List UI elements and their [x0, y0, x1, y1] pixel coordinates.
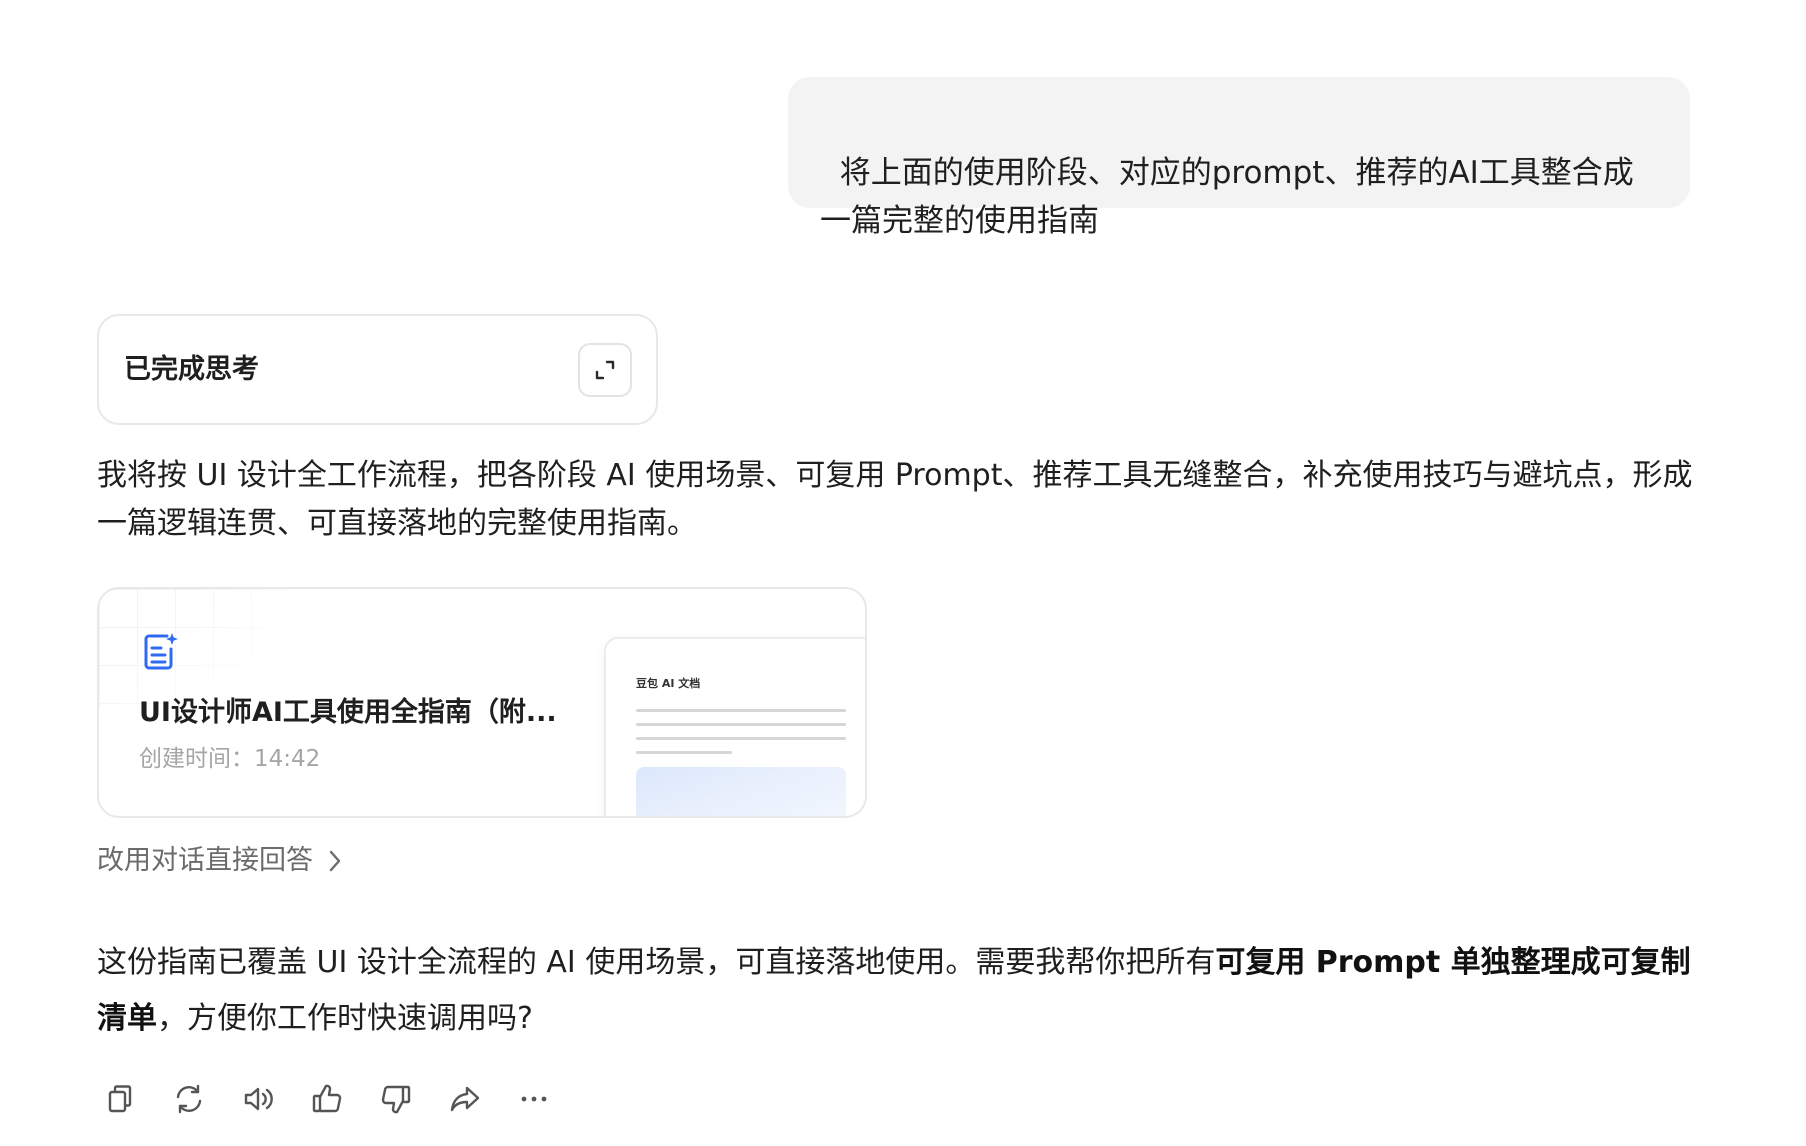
final-text-start: 这份指南已覆盖 UI 设计全流程的 AI 使用场景，可直接落地使用。需要我帮你把… [97, 945, 1216, 980]
refresh-icon [176, 1084, 202, 1114]
thinking-status: 已完成思考 [124, 354, 259, 385]
copy-icon [108, 1085, 132, 1113]
preview-text-line [636, 751, 732, 754]
document-preview-thumbnail: 豆包 AI 文档 [604, 637, 865, 816]
user-message-text: 将上面的使用阶段、对应的prompt、推荐的AI工具整合成 一篇完整的使用指南 [820, 155, 1634, 239]
thumbs-up-icon [312, 1084, 342, 1113]
document-sparkle-icon [144, 633, 178, 670]
message-action-bar [100, 1077, 583, 1121]
share-button[interactable] [445, 1079, 485, 1119]
preview-text-line [636, 709, 846, 712]
dislike-button[interactable] [376, 1079, 416, 1119]
speaker-icon [244, 1087, 273, 1111]
reply-intro-text: 我将按 UI 设计全工作流程，把各阶段 AI 使用场景、可复用 Prompt、推… [97, 458, 1693, 541]
document-title: UI设计师AI工具使用全指南（附... [139, 697, 557, 728]
regenerate-button[interactable] [169, 1079, 209, 1119]
document-card[interactable]: UI设计师AI工具使用全指南（附... 创建时间：14:42 豆包 AI 文档 [97, 587, 867, 818]
reply-final-text: 这份指南已覆盖 UI 设计全流程的 AI 使用场景，可直接落地使用。需要我帮你把… [97, 935, 1707, 1047]
more-button[interactable] [514, 1079, 554, 1119]
expand-icon [595, 360, 615, 380]
card-grid-decoration [99, 589, 289, 709]
answer-directly-link[interactable]: 改用对话直接回答 [97, 843, 349, 879]
share-icon [450, 1086, 480, 1112]
preview-image [636, 767, 846, 816]
user-message-bubble: 将上面的使用阶段、对应的prompt、推荐的AI工具整合成 一篇完整的使用指南 [788, 77, 1690, 239]
more-icon [521, 1096, 547, 1102]
preview-text-line [636, 737, 846, 740]
thumbs-down-icon [381, 1085, 411, 1114]
copy-button[interactable] [100, 1079, 140, 1119]
thinking-card[interactable]: 已完成思考 [97, 314, 658, 425]
like-button[interactable] [307, 1079, 347, 1119]
preview-title: 豆包 AI 文档 [636, 677, 701, 690]
preview-text-line [636, 723, 846, 726]
expand-thinking-button[interactable] [578, 343, 632, 397]
final-text-end: ，方便你工作时快速调用吗? [157, 1001, 533, 1036]
document-created-time: 创建时间：14:42 [139, 746, 321, 772]
chevron-right-icon [327, 847, 349, 875]
read-aloud-button[interactable] [238, 1079, 278, 1119]
answer-directly-label: 改用对话直接回答 [97, 845, 313, 876]
